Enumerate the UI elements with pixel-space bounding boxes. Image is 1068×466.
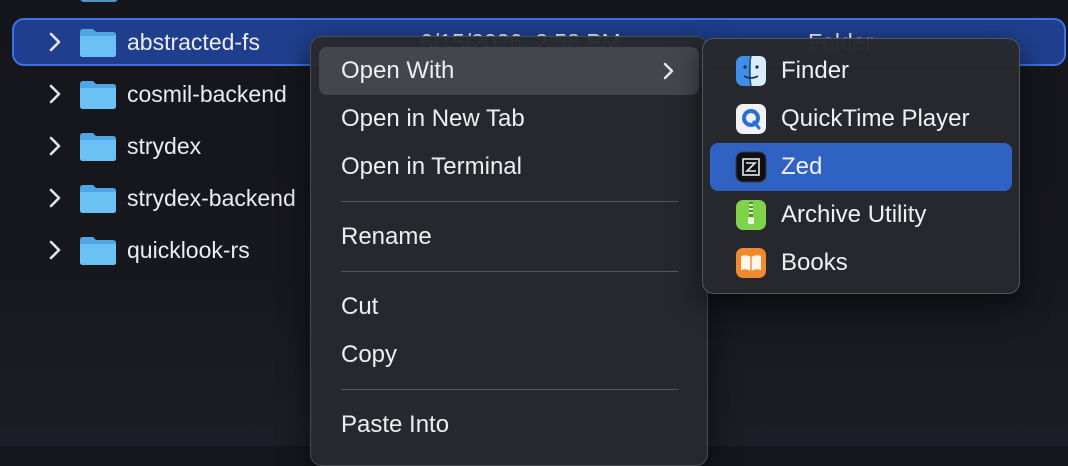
- menu-item-label: Cut: [341, 293, 379, 320]
- zed-icon: [735, 151, 767, 183]
- archive-utility-icon: [736, 200, 766, 230]
- finder-icon: [736, 55, 766, 87]
- open-with-submenu: Finder QuickTime Player Zed Archive Util…: [702, 38, 1020, 294]
- disclosure-chevron-icon[interactable]: [44, 239, 66, 261]
- menu-separator: [341, 201, 678, 202]
- menu-item-rename[interactable]: Rename: [319, 213, 699, 261]
- menu-item-open-in-terminal[interactable]: Open in Terminal: [319, 143, 699, 191]
- menu-item-cut[interactable]: Cut: [319, 283, 699, 331]
- disclosure-chevron-icon[interactable]: [44, 135, 66, 157]
- menu-item-label: Copy: [341, 341, 398, 368]
- file-name: abstracted-fs: [127, 29, 260, 55]
- file-name: quicklook-rs: [127, 237, 250, 263]
- partial-row-top: [0, 0, 1068, 12]
- menu-item-paste-into[interactable]: Paste Into: [319, 401, 699, 449]
- submenu-item-quicktime-player[interactable]: QuickTime Player: [710, 95, 1012, 143]
- books-icon: [736, 248, 766, 278]
- folder-icon: [80, 81, 116, 109]
- menu-item-open-with[interactable]: Open With: [319, 47, 699, 95]
- submenu-item-label: Books: [781, 249, 848, 276]
- menu-separator: [341, 271, 678, 272]
- menu-separator: [341, 389, 678, 390]
- folder-icon: [80, 133, 116, 161]
- menu-item-open-in-new-tab[interactable]: Open in New Tab: [319, 95, 699, 143]
- submenu-item-archive-utility[interactable]: Archive Utility: [710, 191, 1012, 239]
- submenu-item-books[interactable]: Books: [710, 239, 1012, 287]
- submenu-chevron-icon: [663, 62, 674, 80]
- menu-item-label: Open in Terminal: [341, 153, 522, 180]
- menu-item-label: Rename: [341, 223, 432, 250]
- folder-icon: [80, 185, 116, 213]
- submenu-item-label: Finder: [781, 57, 850, 84]
- submenu-item-label: Archive Utility: [781, 201, 927, 228]
- folder-icon: [80, 29, 116, 57]
- disclosure-chevron-icon[interactable]: [44, 187, 66, 209]
- file-name: strydex-backend: [127, 185, 296, 211]
- menu-item-label: Open in New Tab: [341, 105, 525, 132]
- menu-item-label: Paste Into: [341, 411, 450, 438]
- file-name: strydex: [127, 133, 202, 159]
- context-menu: Open With Open in New Tab Open in Termin…: [310, 36, 708, 466]
- file-name: cosmil-backend: [127, 81, 287, 107]
- submenu-item-finder[interactable]: Finder: [710, 47, 1012, 95]
- disclosure-chevron-icon[interactable]: [44, 83, 66, 105]
- menu-item-copy[interactable]: Copy: [319, 331, 699, 379]
- disclosure-chevron-icon[interactable]: [44, 31, 66, 53]
- submenu-item-label: Zed: [781, 153, 823, 180]
- folder-icon: [80, 237, 116, 265]
- submenu-item-zed[interactable]: Zed: [710, 143, 1012, 191]
- menu-item-label: Open With: [341, 57, 455, 84]
- submenu-item-label: QuickTime Player: [781, 105, 970, 132]
- quicktime-icon: [736, 104, 766, 134]
